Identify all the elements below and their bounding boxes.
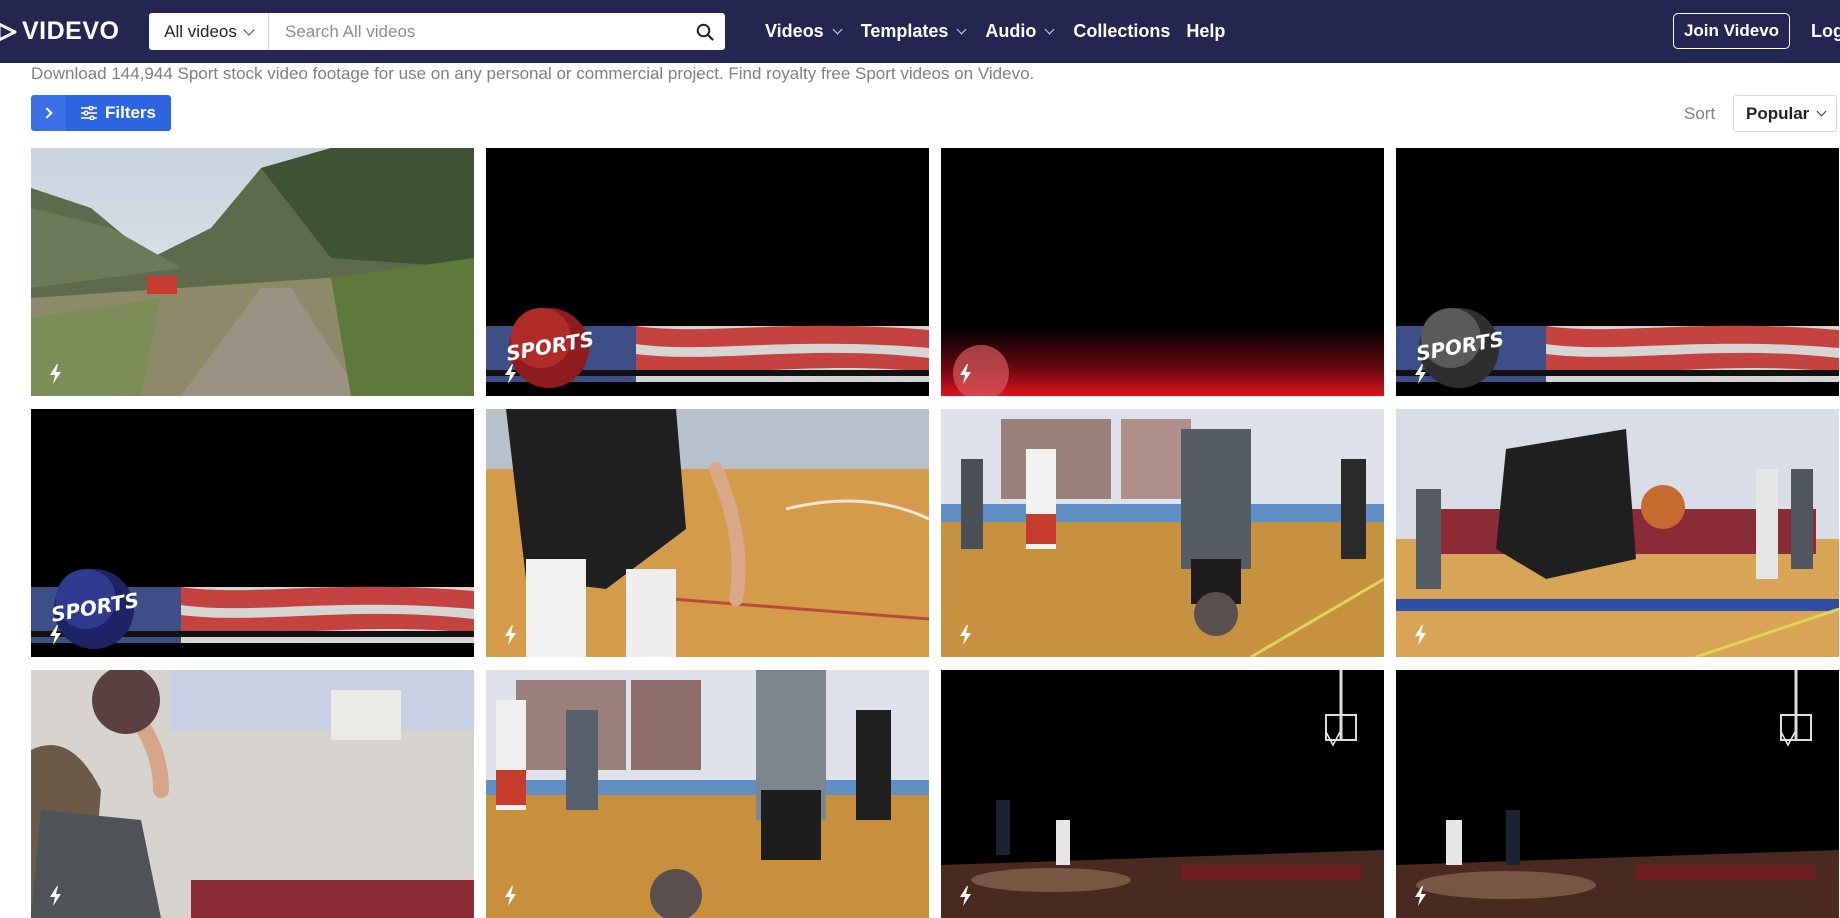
nav-audio-label: Audio xyxy=(985,21,1037,41)
video-tile[interactable]: SPORTS xyxy=(31,409,474,657)
chevron-down-icon xyxy=(1044,24,1055,35)
chevron-right-icon xyxy=(41,107,53,119)
basketball-dribble-thumbnail xyxy=(486,409,929,657)
nav-help[interactable]: Help xyxy=(1186,21,1225,42)
nav-videos-label: Videos xyxy=(765,21,824,41)
search-button[interactable] xyxy=(685,13,725,50)
video-tile[interactable] xyxy=(941,148,1384,396)
bolt-icon xyxy=(505,364,516,384)
bolt-icon xyxy=(505,625,516,645)
chevron-down-icon xyxy=(832,24,843,35)
bolt-icon xyxy=(50,625,61,645)
video-tile[interactable] xyxy=(486,409,929,657)
night-court-thumbnail xyxy=(941,670,1384,918)
sports-lower-third-thumbnail: SPORTS xyxy=(486,148,929,396)
login-link[interactable]: Log xyxy=(1811,0,1840,63)
video-tile[interactable] xyxy=(941,409,1384,657)
logo-text: VIDEVO xyxy=(22,17,120,45)
bolt-icon xyxy=(960,625,971,645)
basketball-drill-thumbnail xyxy=(1396,409,1839,657)
red-lower-third-thumbnail xyxy=(941,148,1384,396)
bolt-icon xyxy=(960,364,971,384)
logo-play-icon xyxy=(0,22,17,41)
search-icon xyxy=(696,23,714,41)
sort-label: Sort xyxy=(1684,104,1716,123)
search-input[interactable] xyxy=(269,13,685,50)
video-tile[interactable] xyxy=(31,148,474,396)
intro-text: Download 144,944 Sport stock video foota… xyxy=(31,64,1035,83)
bolt-icon xyxy=(50,364,61,384)
bolt-icon xyxy=(50,886,61,906)
video-tile[interactable] xyxy=(1396,670,1839,918)
chevron-down-icon xyxy=(1816,106,1827,117)
search-type-select[interactable]: All videos xyxy=(149,13,269,50)
nav-help-label: Help xyxy=(1186,21,1226,41)
main-nav: Videos Templates Audio Collections Help xyxy=(765,0,1241,63)
chevron-down-icon xyxy=(243,23,255,36)
sports-lower-third-thumbnail: SPORTS xyxy=(31,409,474,657)
night-court-thumbnail xyxy=(1396,670,1839,918)
basketball-practice-thumbnail xyxy=(941,409,1384,657)
search-type-label: All videos xyxy=(164,21,237,41)
video-tile[interactable]: SPORTS xyxy=(486,148,929,396)
bolt-icon xyxy=(1415,625,1426,645)
mountain-road-thumbnail xyxy=(31,148,474,396)
search-bar: All videos xyxy=(149,13,725,50)
basketball-lineup-thumbnail xyxy=(486,670,929,918)
basketball-shooting-thumbnail xyxy=(31,670,474,918)
join-button[interactable]: Join Videvo xyxy=(1673,13,1790,49)
nav-templates[interactable]: Templates xyxy=(860,21,967,42)
top-navigation-bar: VIDEVO All videos Videos Templates Audio xyxy=(0,0,1840,63)
chevron-down-icon xyxy=(956,24,967,35)
bolt-icon xyxy=(505,886,516,906)
video-tile[interactable] xyxy=(1396,409,1839,657)
sports-lower-third-thumbnail: SPORTS xyxy=(1396,148,1839,396)
filters-toolbar: Filters xyxy=(31,95,171,131)
filters-label: Filters xyxy=(104,103,157,122)
bolt-icon xyxy=(1415,886,1426,906)
bolt-icon xyxy=(960,886,971,906)
videvo-logo[interactable]: VIDEVO xyxy=(0,0,119,63)
nav-collections[interactable]: Collections xyxy=(1073,21,1170,42)
sliders-icon xyxy=(80,106,97,120)
video-tile[interactable] xyxy=(486,670,929,918)
sort-value: Popular xyxy=(1746,103,1810,123)
expand-filters-button[interactable] xyxy=(31,95,66,131)
nav-videos[interactable]: Videos xyxy=(765,21,843,42)
nav-templates-label: Templates xyxy=(860,21,949,41)
sort-select[interactable]: Popular xyxy=(1733,95,1837,132)
nav-collections-label: Collections xyxy=(1073,21,1171,41)
video-tile[interactable] xyxy=(31,670,474,918)
bolt-icon xyxy=(1415,364,1426,384)
video-tile[interactable]: SPORTS xyxy=(1396,148,1839,396)
nav-audio[interactable]: Audio xyxy=(985,21,1055,42)
video-tile[interactable] xyxy=(941,670,1384,918)
filters-button[interactable]: Filters xyxy=(66,95,171,131)
